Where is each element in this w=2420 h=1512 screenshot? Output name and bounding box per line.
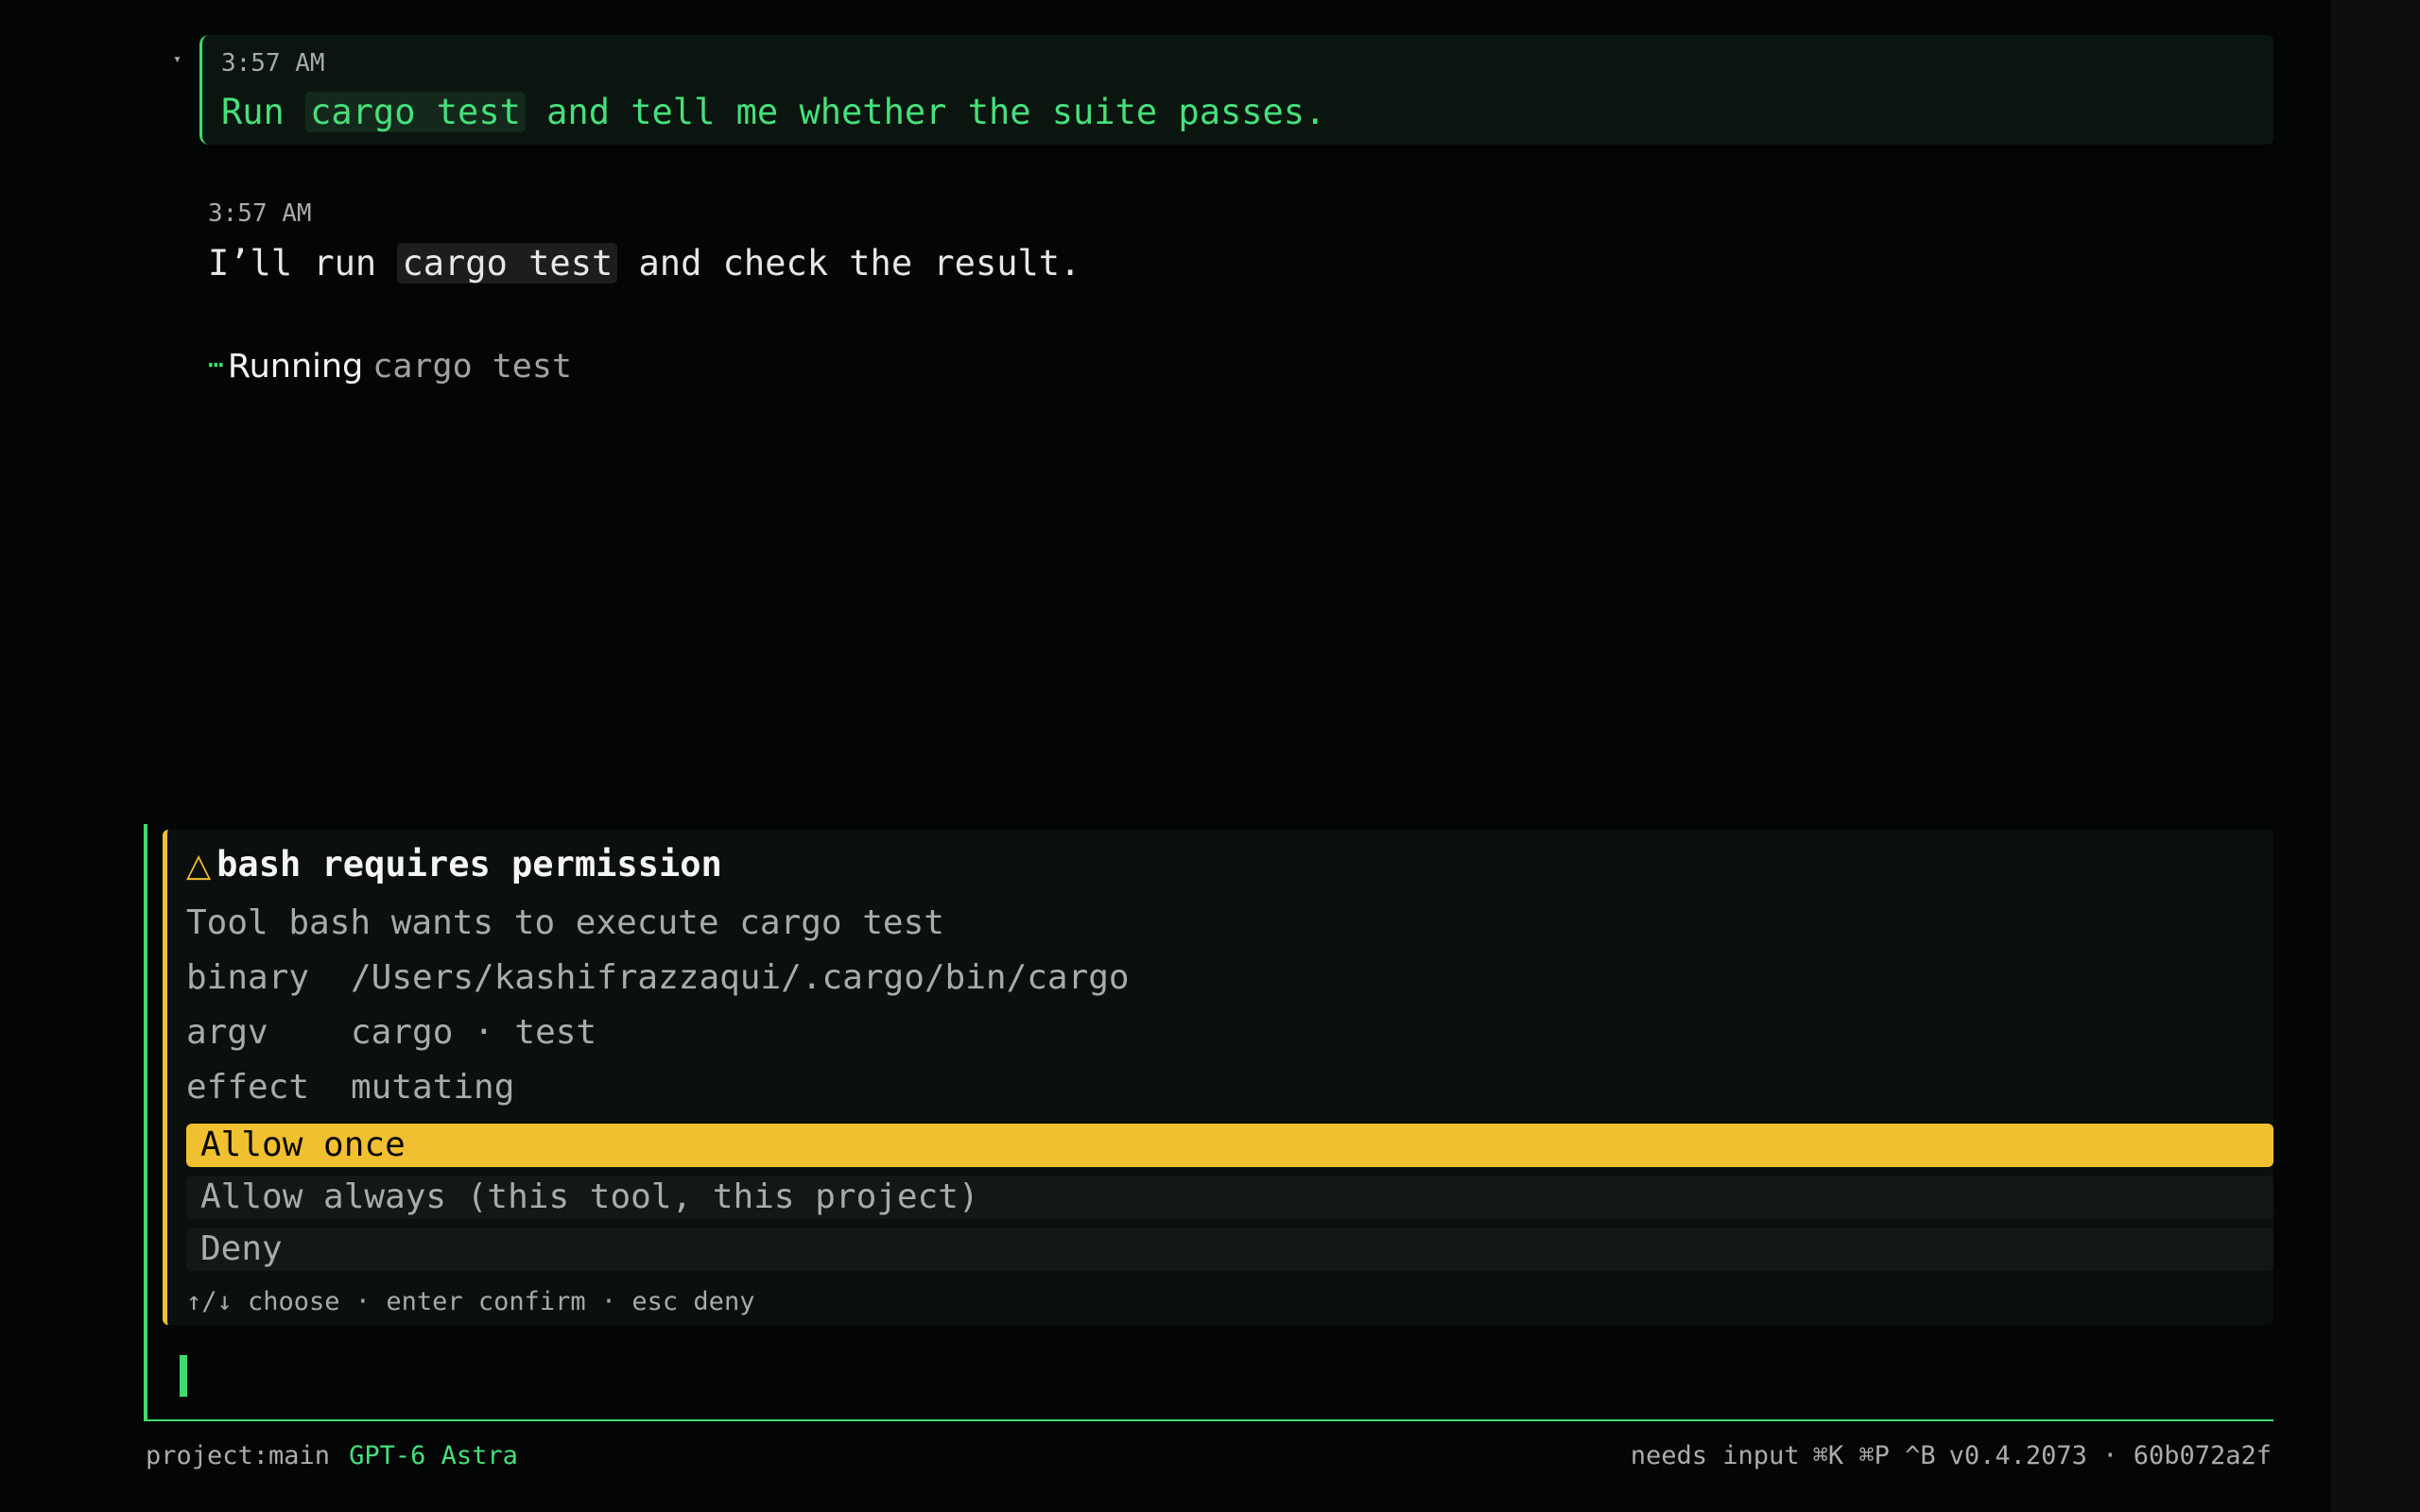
running-label: Running (227, 348, 364, 386)
tool-running-status: ⋯ Running cargo test (208, 342, 572, 389)
permission-row-argv: argv cargo · test (186, 1009, 596, 1057)
terminal-app: ▾ 3:57 AM Run cargo test and tell me whe… (0, 0, 2420, 1512)
model-name[interactable]: GPT-6 Astra (349, 1441, 518, 1470)
collapse-chevron-icon[interactable]: ▾ (173, 49, 186, 68)
project-branch: project:main (146, 1441, 331, 1470)
user-message-timestamp: 3:57 AM (221, 49, 325, 77)
row-key: binary (186, 958, 310, 997)
running-command: cargo test (372, 348, 572, 386)
allow-once-option[interactable]: Allow once (186, 1124, 2273, 1167)
row-value: /Users/kashifrazzaqui/.cargo/bin/cargo (351, 958, 1130, 997)
permission-description: Tool bash wants to execute cargo test (186, 903, 944, 942)
assistant-message-timestamp: 3:57 AM (208, 199, 312, 228)
permission-title-text: bash requires permission (216, 844, 722, 885)
user-message: 3:57 AM Run cargo test and tell me wheth… (199, 35, 2273, 145)
ellipsis-icon: ⋯ (208, 349, 224, 380)
prompt-input[interactable] (180, 1351, 2259, 1399)
assistant-message-text: I’ll run cargo test and check the result… (208, 239, 1080, 288)
deny-option[interactable]: Deny (186, 1228, 2273, 1271)
scrollbar-track[interactable] (2331, 0, 2420, 1512)
permission-row-effect: effect mutating (186, 1064, 514, 1111)
row-key: argv (186, 1013, 268, 1052)
session-state: needs input (1630, 1441, 1800, 1470)
warning-icon: △ (186, 847, 212, 885)
row-key: effect (186, 1068, 310, 1107)
row-value: cargo · test (351, 1013, 597, 1052)
user-inline-code: cargo test (305, 92, 526, 132)
version-label: v0.4.2073 · 60b072a2f (1948, 1441, 2272, 1470)
keyboard-hint: ↑/↓ choose · enter confirm · esc deny (186, 1287, 755, 1316)
user-message-text: Run cargo test and tell me whether the s… (221, 88, 1325, 137)
status-bar-right: needs input ⌘K ⌘P ^B v0.4.2073 · 60b072a2f (1617, 1439, 2272, 1473)
assistant-text-before: I’ll run (208, 243, 398, 284)
permission-dialog: △ bash requires permission Tool bash want… (163, 830, 2273, 1325)
allow-always-option[interactable]: Allow always (this tool, this project) (186, 1176, 2273, 1219)
text-cursor (180, 1355, 187, 1397)
keyboard-shortcuts: ⌘K ⌘P ^B (1812, 1441, 1936, 1470)
status-bar-left: project:main GPT-6 Astra (146, 1439, 518, 1473)
user-text-before: Run (221, 92, 306, 132)
assistant-text-after: and check the result. (617, 243, 1081, 284)
assistant-inline-code: cargo test (397, 243, 618, 284)
permission-row-binary: binary/Users/kashifrazzaqui/.cargo/bin/c… (186, 954, 1130, 1002)
permission-title: △ bash requires permission (186, 841, 722, 889)
row-value: mutating (351, 1068, 515, 1107)
user-text-after: and tell me whether the suite passes. (525, 92, 1326, 132)
